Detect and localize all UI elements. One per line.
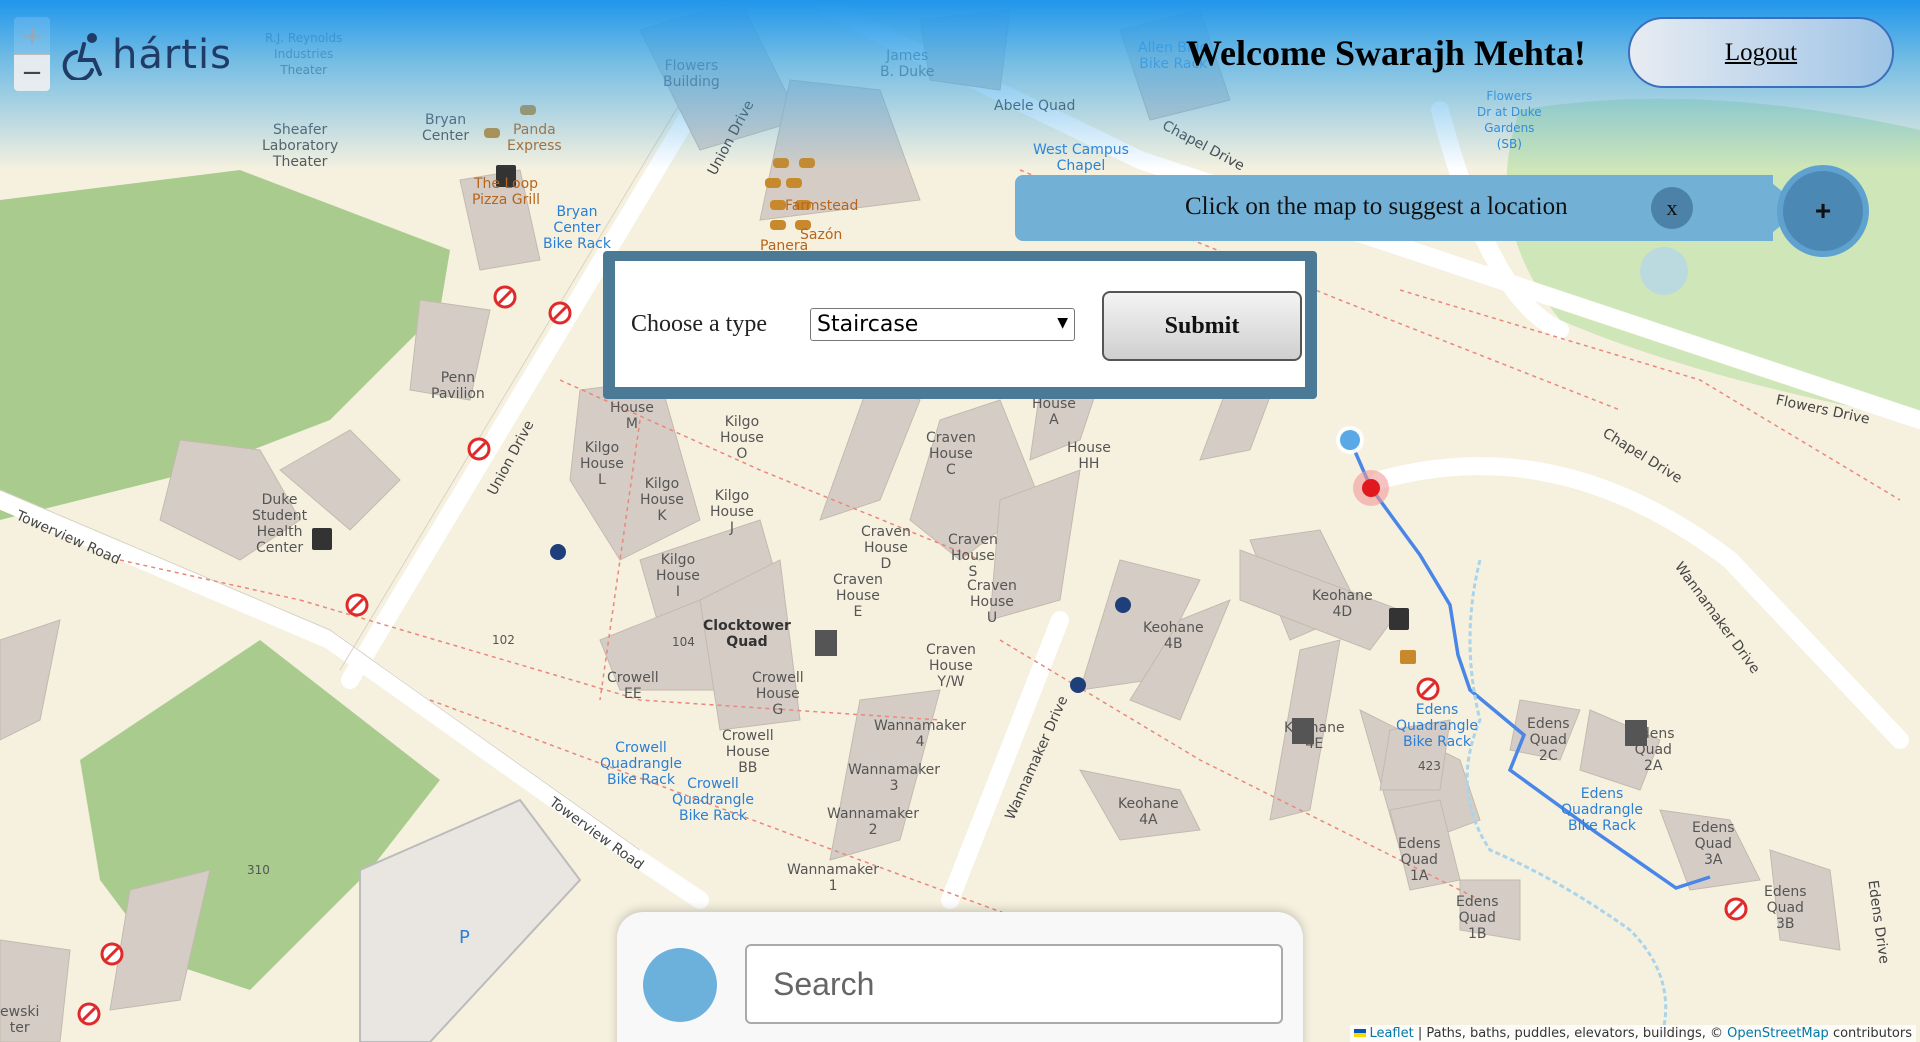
map-label-craven-c: Craven House C [926,430,976,478]
zoom-out-button[interactable]: − [14,54,50,91]
suggest-location-text: Click on the map to suggest a location [1185,193,1568,220]
map-label-crowell-rack-1: Crowell Quadrangle Bike Rack [600,740,682,788]
map-label-craven-yw: Craven House Y/W [926,642,976,690]
map-label-423: 423 [1418,759,1441,773]
map-label-keohane-4b: Keohane 4B [1143,620,1204,652]
leaflet-link[interactable]: Leaflet [1369,1026,1413,1041]
map-label-bryan-rack: Bryan Center Bike Rack [543,204,611,252]
map-label-wc-chapel: West Campus Chapel [1033,142,1129,174]
map-label-reynolds: R.J. Reynolds Industries Theater [265,31,343,77]
map-label-crowell-bb: Crowell House BB [722,728,774,776]
map-label-edens-3b: Edens Quad 3B [1764,884,1807,932]
chevron-down-icon: ▼ [1057,315,1068,331]
type-chooser-panel: Choose a type Staircase ▼ Submit [603,251,1317,399]
map-label-dshc: Duke Student Health Center [252,492,308,556]
map-label-penn: Penn Pavilion [431,370,485,402]
map-label-crowell-g: Crowell House G [752,670,804,718]
map-label-abele: Abele Quad [994,98,1076,114]
map-label-clocktower: Clocktower Quad [703,618,791,650]
wheelchair-logo-icon [62,33,102,80]
attribution-text: | Paths, baths, puddles, elevators, buil… [1413,1026,1728,1041]
start-marker[interactable] [1336,426,1364,454]
map-label-edens-rack-1: Edens Quadrangle Bike Rack [1396,702,1478,750]
map-label-wannamaker-1: Wannamaker 1 [787,862,880,894]
submit-button[interactable]: Submit [1102,291,1302,361]
app-logo: hártis [62,30,232,80]
type-select-value: Staircase [817,312,919,337]
search-input[interactable] [745,944,1283,1024]
map-label-edens-1a: Edens Quad 1A [1398,836,1441,884]
map-label-wannamaker-2: Wannamaker 2 [827,806,920,838]
map-label-james-duke: James B. Duke [880,48,935,80]
type-select[interactable]: Staircase ▼ [810,308,1075,341]
suggest-location-banner: Click on the map to suggest a location x [1015,175,1803,241]
map-label-keohane-4e: Keohane 4E [1284,720,1345,752]
type-chooser-label: Choose a type [631,311,767,337]
zoom-in-button[interactable]: + [14,17,50,54]
map-canvas[interactable]: R.J. Reynolds Industries Theater Sheafer La… [0,0,1920,1042]
osm-link[interactable]: OpenStreetMap [1727,1026,1829,1041]
map-label-keohane-4a: Keohane 4A [1118,796,1179,828]
location-dot [1640,247,1688,295]
parking-icon: P [459,927,470,948]
map-label-sheafer: Sheafer Laboratory Theater [262,122,339,170]
map-label-flowers-building: Flowers Building [663,58,720,90]
map-label-craven-s: Craven House S [948,532,998,580]
map-label-keohane-4d: Keohane 4D [1312,588,1373,620]
map-label-102: 102 [492,633,515,647]
map-label-loop: The Loop Pizza Grill [472,176,541,208]
map-label-edens-2a: Edens Quad 2A [1632,726,1675,774]
map-label-craven-u: Craven House U [967,578,1017,626]
attribution-end: contributors [1828,1026,1912,1041]
map-label-craven-e: Craven House E [833,572,883,620]
map-label-farmstead: Farmstead [785,198,859,214]
map-label-wannamaker-4: Wannamaker 4 [874,718,967,750]
map-label-ewski: ewski ter [0,1004,40,1036]
map-label-kilgo-j: Kilgo House J [710,488,754,536]
avatar[interactable] [643,948,717,1022]
map-label-crowell-ee: Crowell EE [607,670,659,702]
map-label-104: 104 [672,635,695,649]
app-logo-text: hártis [112,32,232,78]
close-suggest-button[interactable]: x [1651,187,1693,229]
map-label-edens-1b: Edens Quad 1B [1456,894,1499,942]
map-attribution: Leaflet | Paths, baths, puddles, elevato… [1350,1025,1916,1042]
map-label-kilgo-l: Kilgo House L [580,440,624,488]
map-label-wannamaker-3: Wannamaker 3 [848,762,941,794]
selected-location-marker[interactable] [1353,470,1389,506]
zoom-control: + − [14,17,50,91]
map-label-gardens: Flowers Dr at Duke Gardens (SB) [1477,89,1542,151]
map-label-house-a: House A [1032,396,1076,428]
add-location-button[interactable]: + [1777,165,1869,257]
map-label-edens-rack-2: Edens Quadrangle Bike Rack [1561,786,1643,834]
map-label-house-m: House M [610,400,654,432]
map-label-310: 310 [247,863,270,877]
welcome-message: Welcome Swarajh Mehta! [1186,33,1586,73]
map-label-craven-d: Craven House D [861,524,911,572]
map-label-kilgo-k: Kilgo House K [640,476,684,524]
map-label-kilgo-i: Kilgo House I [656,552,700,600]
map-label-edens-2c: Edens Quad 2C [1527,716,1570,764]
type-chooser-body: Choose a type Staircase ▼ Submit [615,261,1305,387]
map-label-kilgo-o: Kilgo House O [720,414,764,462]
map-label-bryan: Bryan Center [422,112,470,144]
map-label-crowell-rack-2: Crowell Quadrangle Bike Rack [672,776,754,824]
logout-button[interactable]: Logout [1628,17,1894,88]
search-panel [617,912,1303,1042]
map-label-panda: Panda Express [507,122,562,154]
map-label-edens-3a: Edens Quad 3A [1692,820,1735,868]
map-label-house-hh: House HH [1067,440,1111,472]
flag-icon [1354,1029,1367,1037]
